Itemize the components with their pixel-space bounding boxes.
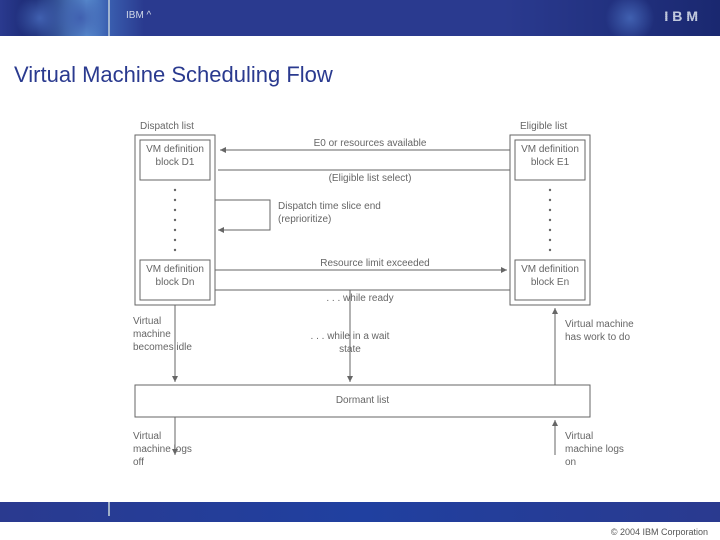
footer-divider bbox=[108, 502, 110, 516]
while-ready-label: . . . while ready bbox=[300, 292, 420, 305]
dispatch-block-last: VM definition block Dn bbox=[142, 263, 208, 289]
eligible-select-label: (Eligible list select) bbox=[280, 172, 460, 185]
dispatch-block-first: VM definition block D1 bbox=[142, 143, 208, 169]
becomes-idle-label: Virtual machine becomes idle bbox=[133, 315, 195, 354]
resource-limit-label: Resource limit exceeded bbox=[300, 257, 450, 270]
eligible-list-title: Eligible list bbox=[520, 120, 567, 133]
dormant-list-label: Dormant list bbox=[135, 394, 590, 407]
eligible-block-first: VM definition block E1 bbox=[517, 143, 583, 169]
dispatch-list-title: Dispatch list bbox=[140, 120, 194, 133]
timeslice-label: Dispatch time slice end (reprioritize) bbox=[278, 200, 418, 226]
logs-off-label: Virtual machine logs off bbox=[133, 430, 195, 469]
eligible-block-last: VM definition block En bbox=[517, 263, 583, 289]
wait-state-label: . . . while in a wait state bbox=[300, 330, 400, 356]
logs-on-label: Virtual machine logs on bbox=[565, 430, 627, 469]
e0-label: E0 or resources available bbox=[280, 137, 460, 150]
copyright: © 2004 IBM Corporation bbox=[611, 527, 708, 537]
has-work-label: Virtual machine has work to do bbox=[565, 318, 635, 344]
footer-bar bbox=[0, 502, 720, 522]
